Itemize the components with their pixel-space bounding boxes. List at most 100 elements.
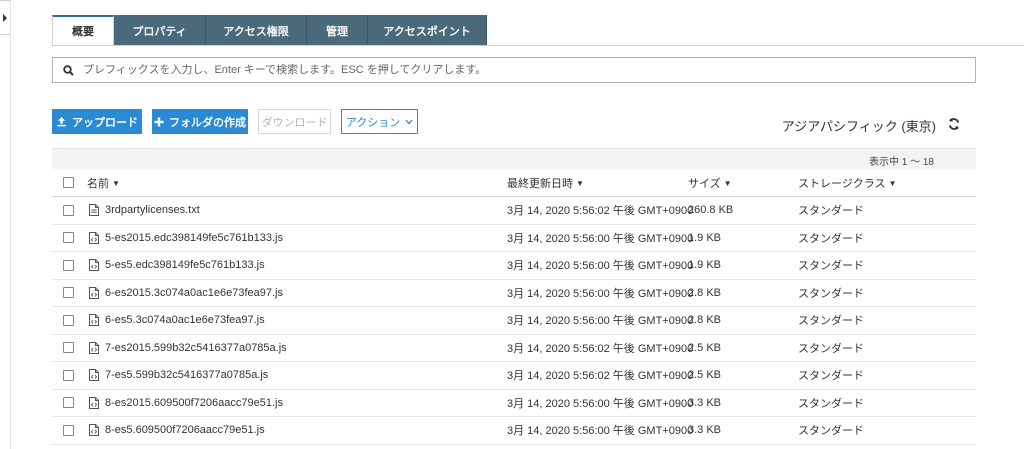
file-modified: 3月 14, 2020 5:56:00 午後 GMT+0900: [507, 287, 694, 300]
column-header-name[interactable]: 名前 ▼: [87, 175, 120, 191]
table-row[interactable]: 5-es5.edc398149fe5c761b133.js 3月 14, 202…: [52, 252, 976, 280]
row-checkbox[interactable]: [63, 232, 74, 244]
file-modified: 3月 14, 2020 5:56:00 午後 GMT+0900: [507, 315, 694, 328]
file-size: 2.5 KB: [688, 369, 722, 382]
sidebar-divider: [10, 0, 11, 449]
file-modified: 3月 14, 2020 5:56:00 午後 GMT+0900: [507, 425, 694, 438]
table-row[interactable]: 7-es2015.599b32c5416377a0785a.js 3月 14, …: [52, 335, 976, 362]
code-file-icon: [89, 286, 99, 299]
search-icon: [53, 58, 83, 82]
file-storage-class: スタンダード: [798, 397, 864, 410]
row-checkbox[interactable]: [63, 424, 74, 436]
download-button[interactable]: ダウンロード: [258, 109, 331, 134]
column-header-storage-class[interactable]: ストレージクラス ▼: [798, 175, 896, 191]
sort-caret-icon: ▼: [888, 178, 897, 188]
row-checkbox[interactable]: [63, 314, 74, 326]
file-size: 2.8 KB: [688, 314, 722, 327]
file-modified: 3月 14, 2020 5:56:02 午後 GMT+0900: [507, 205, 694, 218]
search-input[interactable]: [83, 64, 975, 76]
column-header-modified[interactable]: 最終更新日時 ▼: [507, 175, 584, 191]
file-size: 1.9 KB: [688, 259, 722, 272]
file-name[interactable]: 6-es2015.3c074a0ac1e6e73fea97.js: [105, 287, 283, 299]
plus-icon: [154, 117, 164, 126]
item-count: 表示中 1 ～ 18: [868, 157, 934, 168]
file-size: 1.9 KB: [688, 231, 722, 244]
tab-bar: 概要 プロパティ アクセス権限 管理 アクセスポイント: [52, 15, 487, 46]
table-row[interactable]: 6-es2015.3c074a0ac1e6e73fea97.js 3月 14, …: [52, 280, 976, 307]
caret-right-icon: [3, 13, 7, 22]
table-row[interactable]: 6-es5.3c074a0ac1e6e73fea97.js 3月 14, 202…: [52, 307, 976, 335]
file-modified: 3月 14, 2020 5:56:00 午後 GMT+0900: [507, 260, 694, 273]
code-file-icon: [89, 341, 99, 354]
code-file-icon: [89, 314, 99, 327]
file-storage-class: スタンダード: [798, 342, 864, 355]
select-all-checkbox[interactable]: [63, 177, 74, 188]
tab-divider: [52, 45, 1024, 46]
region-label: アジアパシフィック (東京): [781, 119, 936, 134]
table-row[interactable]: 5-es2015.edc398149fe5c761b133.js 3月 14, …: [52, 225, 976, 252]
file-modified: 3月 14, 2020 5:56:00 午後 GMT+0900: [507, 397, 694, 410]
create-folder-button[interactable]: フォルダの作成: [152, 109, 248, 134]
upload-icon: [57, 117, 66, 127]
tab-permissions[interactable]: アクセス権限: [206, 15, 307, 46]
column-header-size[interactable]: サイズ ▼: [688, 175, 732, 191]
table-row[interactable]: 8-es2015.609500f7206aacc79e51.js 3月 14, …: [52, 390, 976, 417]
file-storage-class: スタンダード: [798, 205, 864, 218]
pagination-bar: 表示中 1 ～ 18: [52, 148, 976, 169]
file-modified: 3月 14, 2020 5:56:02 午後 GMT+0900: [507, 370, 694, 383]
search-bar: [52, 57, 976, 83]
row-checkbox[interactable]: [63, 204, 74, 216]
code-file-icon: [89, 424, 99, 437]
file-size: 3.3 KB: [688, 424, 722, 437]
row-checkbox[interactable]: [63, 287, 74, 299]
file-storage-class: スタンダード: [798, 287, 864, 300]
file-name[interactable]: 6-es5.3c074a0ac1e6e73fea97.js: [105, 314, 265, 326]
file-modified: 3月 14, 2020 5:56:02 午後 GMT+0900: [507, 342, 694, 355]
file-name[interactable]: 3rdpartylicenses.txt: [105, 204, 200, 216]
file-name[interactable]: 5-es5.edc398149fe5c761b133.js: [105, 259, 265, 271]
file-size: 2.8 KB: [688, 286, 722, 299]
table-row[interactable]: 3rdpartylicenses.txt 3月 14, 2020 5:56:02…: [52, 197, 976, 225]
row-checkbox[interactable]: [63, 259, 74, 271]
file-size: 260.8 KB: [688, 204, 734, 217]
text-file-icon: [89, 204, 99, 217]
chevron-down-icon: [405, 119, 413, 124]
code-file-icon: [89, 231, 99, 244]
file-storage-class: スタンダード: [798, 425, 864, 438]
file-size: 2.5 KB: [688, 341, 722, 354]
code-file-icon: [89, 259, 99, 272]
file-storage-class: スタンダード: [798, 232, 864, 245]
file-name[interactable]: 7-es5.599b32c5416377a0785a.js: [105, 369, 268, 381]
file-name[interactable]: 8-es2015.609500f7206aacc79e51.js: [105, 397, 283, 409]
file-size: 3.3 KB: [688, 396, 722, 409]
refresh-icon[interactable]: [947, 117, 961, 131]
sort-caret-icon: ▼: [576, 178, 584, 188]
create-folder-button-label: フォルダの作成: [169, 116, 246, 129]
file-name[interactable]: 7-es2015.599b32c5416377a0785a.js: [105, 342, 287, 354]
table-header: 名前 ▼ 最終更新日時 ▼ サイズ ▼ ストレージクラス ▼: [52, 169, 976, 197]
file-storage-class: スタンダード: [798, 260, 864, 273]
row-checkbox[interactable]: [63, 397, 74, 409]
download-button-label: ダウンロード: [261, 116, 328, 129]
code-file-icon: [89, 369, 99, 382]
tab-properties[interactable]: プロパティ: [114, 15, 206, 46]
file-name[interactable]: 8-es5.609500f7206aacc79e51.js: [105, 424, 265, 436]
tab-overview[interactable]: 概要: [52, 15, 114, 46]
actions-dropdown-label: アクション: [345, 116, 401, 129]
object-table: 名前 ▼ 最終更新日時 ▼ サイズ ▼ ストレージクラス ▼ 3rdpartylicen…: [52, 169, 976, 445]
actions-dropdown[interactable]: アクション: [341, 109, 418, 134]
sort-caret-icon: ▼: [723, 178, 732, 188]
file-storage-class: スタンダード: [798, 315, 864, 328]
file-storage-class: スタンダード: [798, 370, 864, 383]
upload-button-label: アップロード: [72, 116, 138, 129]
table-row[interactable]: 7-es5.599b32c5416377a0785a.js 3月 14, 202…: [52, 362, 976, 390]
file-modified: 3月 14, 2020 5:56:00 午後 GMT+0900: [507, 232, 694, 245]
tab-access-points[interactable]: アクセスポイント: [368, 15, 487, 46]
table-row[interactable]: 8-es5.609500f7206aacc79e51.js 3月 14, 202…: [52, 417, 976, 445]
row-checkbox[interactable]: [63, 342, 74, 354]
row-checkbox[interactable]: [63, 369, 74, 381]
file-name[interactable]: 5-es2015.edc398149fe5c761b133.js: [105, 232, 283, 244]
code-file-icon: [89, 396, 99, 409]
tab-management[interactable]: 管理: [307, 15, 368, 46]
upload-button[interactable]: アップロード: [52, 109, 142, 134]
